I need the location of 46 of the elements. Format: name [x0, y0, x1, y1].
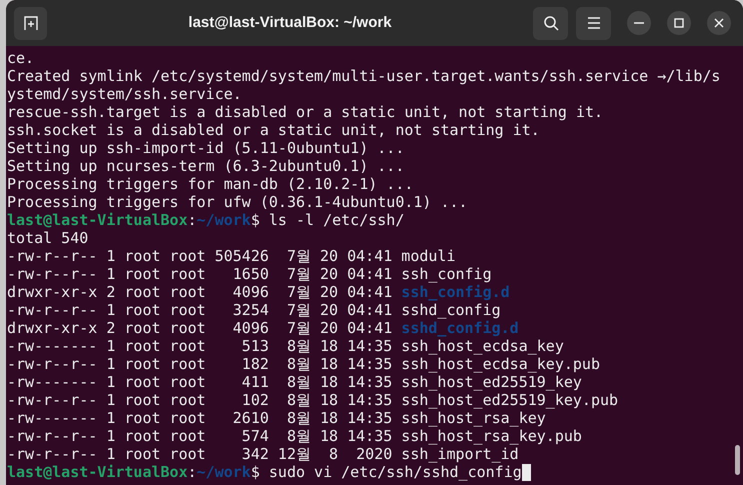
output-text: total 540 [7, 229, 88, 247]
output-text: ce. [7, 49, 34, 67]
output-text: -rw-r--r-- 1 root root 1650 7월 20 04:41 ssh_config [7, 265, 492, 283]
output-text: rescue-ssh.target is a disabled or a static unit, not starting it. [7, 103, 604, 121]
output-text: drwxr-xr-x 2 root root 4096 7월 20 04:41 [7, 283, 394, 301]
maximize-icon [674, 18, 684, 28]
search-button[interactable] [533, 6, 568, 40]
output-text: Created symlink /etc/systemd/system/multi-user.target.wants/ssh.service →/lib/s [7, 67, 720, 85]
minimize-icon [634, 22, 644, 24]
output-text: $ ls -l /etc/ssh/ [250, 211, 404, 229]
output-text: -rw------- 1 root root 411 8월 18 14:35 ssh_host_ed25519_key [7, 373, 582, 391]
new-tab-icon [22, 15, 38, 31]
output-text: ssh.socket is a disabled or a static unit, not starting it. [7, 121, 540, 139]
prompt-user: last@last-VirtualBox [7, 463, 188, 481]
output-text: -rw-r--r-- 1 root root 574 8월 18 14:35 ssh_host_rsa_key.pub [7, 427, 582, 445]
output-text: : [188, 211, 197, 229]
output-text: -rw-r--r-- 1 root root 182 8월 18 14:35 ssh_host_ecdsa_key.pub [7, 355, 600, 373]
prompt-path: ~/work [196, 463, 251, 481]
output-text: -rw-r--r-- 1 root root 3254 7월 20 04:41 sshd_config [7, 301, 501, 319]
output-text: Setting up ncurses-term (6.3-2ubuntu0.1) ... [7, 157, 404, 175]
search-icon [542, 15, 558, 31]
window-title: last@last-VirtualBox: ~/work [188, 12, 392, 33]
menu-button[interactable] [576, 6, 611, 40]
output-text: -rw------- 1 root root 2610 8월 18 14:35 ssh_host_rsa_key [7, 409, 546, 427]
menu-icon [586, 17, 600, 29]
output-text: Setting up ssh-import-id (5.11-0ubuntu1) ... [7, 139, 404, 157]
output-text: -rw-r--r-- 1 root root 505426 7월 20 04:41 moduli [7, 247, 456, 265]
new-tab-button[interactable] [14, 6, 47, 40]
prompt-user: last@last-VirtualBox [7, 211, 188, 229]
output-text: ystemd/system/ssh.service. [7, 85, 242, 103]
directory-name: ssh_config.d [401, 283, 510, 301]
close-button[interactable] [707, 11, 731, 35]
output-text: Processing triggers for man-db (2.10.2-1) ... [7, 175, 414, 193]
prompt-path: ~/work [196, 211, 251, 229]
output-text: -rw-r--r-- 1 root root 342 12월 8 2020 ssh_import_id [7, 445, 519, 463]
output-text: -rw------- 1 root root 513 8월 18 14:35 ssh_host_ecdsa_key [7, 337, 564, 355]
directory-name: sshd_config.d [401, 319, 519, 337]
output-text: Processing triggers for ufw (0.36.1-4ubuntu0.1) ... [7, 193, 468, 211]
close-icon [714, 18, 724, 28]
output-text: drwxr-xr-x 2 root root 4096 7월 20 04:41 [7, 319, 394, 337]
maximize-button[interactable] [667, 11, 691, 35]
output-text: $ sudo vi /etc/ssh/sshd_config [250, 463, 522, 481]
output-text: : [188, 463, 197, 481]
minimize-button[interactable] [627, 11, 651, 35]
output-text: -rw-r--r-- 1 root root 102 8월 18 14:35 ssh_host_ed25519_key.pub [7, 391, 618, 409]
scrollbar-thumb[interactable] [735, 445, 740, 475]
